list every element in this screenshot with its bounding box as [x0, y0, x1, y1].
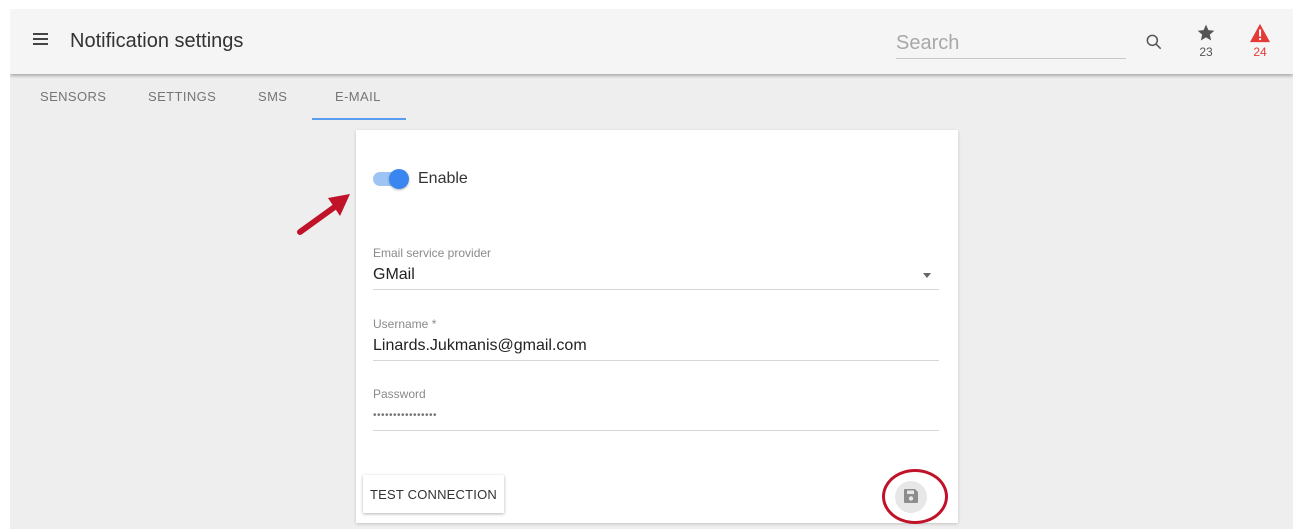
password-underline [373, 430, 939, 431]
username-underline [373, 360, 939, 361]
favorites-button[interactable]: 23 [1194, 23, 1218, 58]
tab-sms[interactable]: SMS [258, 89, 287, 104]
tab-email[interactable]: E-MAIL [335, 89, 381, 104]
enable-toggle[interactable] [373, 168, 409, 190]
email-settings-card: Enable Email service provider GMail User… [356, 130, 958, 524]
provider-underline [373, 289, 939, 290]
provider-value: GMail [373, 266, 415, 283]
enable-label: Enable [418, 170, 468, 187]
toggle-thumb [389, 169, 409, 189]
username-field[interactable]: Username * Linards.Jukmanis@gmail.com [373, 317, 939, 361]
search-input[interactable] [896, 29, 1126, 59]
app-window: Notification settings 23 24 SENSORS SETT… [10, 9, 1293, 529]
hamburger-icon[interactable] [33, 33, 51, 49]
provider-label: Email service provider [373, 246, 492, 260]
star-icon [1197, 24, 1215, 41]
page-title: Notification settings [70, 30, 244, 52]
password-value: •••••••••••••••• [373, 410, 438, 421]
password-field[interactable]: Password •••••••••••••••• [373, 387, 939, 431]
active-tab-indicator [312, 118, 406, 120]
favorites-count: 23 [1199, 45, 1213, 59]
test-connection-button[interactable]: TEST CONNECTION [363, 475, 504, 513]
alerts-count: 24 [1253, 45, 1267, 59]
tab-sensors[interactable]: SENSORS [40, 89, 106, 104]
annotation-arrow-icon [297, 194, 350, 235]
chevron-down-icon [923, 273, 931, 278]
top-app-bar: Notification settings 23 24 [10, 9, 1293, 74]
alerts-button[interactable]: 24 [1247, 23, 1273, 58]
tab-settings[interactable]: SETTINGS [148, 89, 216, 104]
search-icon[interactable] [1144, 32, 1164, 52]
save-button[interactable] [895, 481, 927, 513]
password-label: Password [373, 387, 426, 401]
username-label: Username * [373, 317, 437, 331]
username-value: Linards.Jukmanis@gmail.com [373, 337, 587, 354]
email-provider-select[interactable]: Email service provider GMail [373, 246, 939, 290]
floppy-disk-icon [904, 488, 918, 503]
warning-icon [1250, 23, 1270, 43]
